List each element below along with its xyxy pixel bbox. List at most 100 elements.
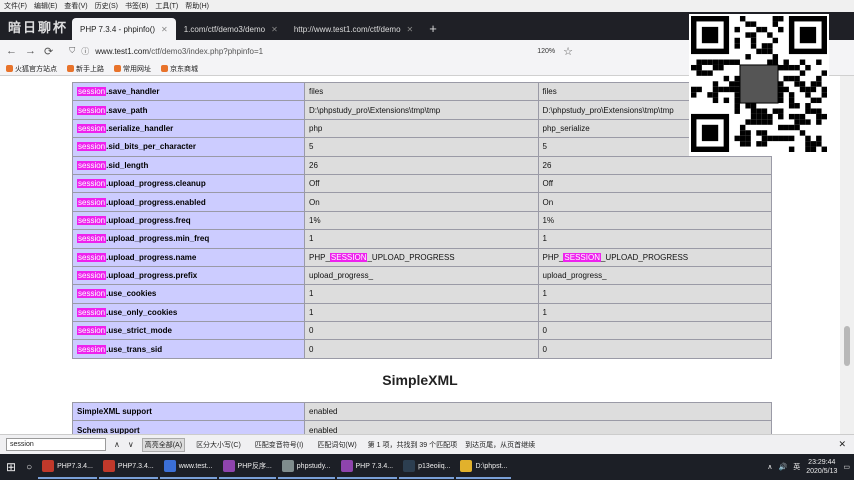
search-highlight: session xyxy=(77,252,107,262)
whole-words-toggle[interactable]: 匹配词句(W) xyxy=(314,438,359,452)
simplexml-table: SimpleXML support enabled Schema support en… xyxy=(72,401,772,434)
start-icon[interactable]: ⊞ xyxy=(2,455,20,479)
find-next-icon[interactable]: ∨ xyxy=(128,440,134,449)
match-diacritics-toggle[interactable]: 匹配变音符号(I) xyxy=(252,438,307,452)
find-wrap-notice: 到达页尾，从页首继续 xyxy=(465,441,536,449)
clock-date: 2020/5/13 xyxy=(806,468,838,475)
master-value: upload_progress_ xyxy=(537,265,772,286)
notification-icon[interactable]: ▭ xyxy=(843,463,850,471)
clock[interactable]: 23:29:44 2020/5/13 xyxy=(806,458,837,476)
tab-label: 1.com/ctf/demo3/demo xyxy=(183,24,266,34)
volume-icon[interactable]: 🔊 xyxy=(779,463,788,471)
taskbar-app-label: PHP7.3.4... xyxy=(117,462,154,470)
close-icon[interactable]: ✕ xyxy=(838,439,846,450)
zoom-level[interactable]: 120% xyxy=(537,48,555,55)
taskbar-app[interactable]: D:\phpst... xyxy=(456,455,512,479)
directive-name: session.upload_progress.name xyxy=(72,247,305,267)
browser-tab[interactable]: http://www.test1.com/ctf/demo ✕ xyxy=(286,18,421,40)
directive-name: session.upload_progress.min_freq xyxy=(72,229,305,249)
search-highlight: session xyxy=(77,142,107,152)
bookmark-star-icon[interactable]: ☆ xyxy=(563,45,573,58)
highlight-all-toggle[interactable]: 高亮全部(A) xyxy=(141,437,186,452)
master-value: On xyxy=(537,192,772,212)
search-highlight: session xyxy=(77,326,107,336)
menu-item[interactable]: 文件(F) xyxy=(4,1,27,11)
search-highlight: session xyxy=(77,105,107,115)
menu-item[interactable]: 历史(S) xyxy=(95,1,118,11)
local-value: On xyxy=(304,192,539,212)
scrollbar-thumb[interactable] xyxy=(844,326,850,366)
value-text: _UPLOAD_PROGRESS xyxy=(600,252,689,262)
table-row: session.sid_length 26 26 xyxy=(72,155,772,175)
directive-suffix: .upload_progress.min_freq xyxy=(106,234,210,244)
master-value: PHP_SESSION_UPLOAD_PROGRESS xyxy=(537,247,772,267)
taskbar-app[interactable]: p13eoiiq... xyxy=(399,455,455,479)
close-icon[interactable]: ✕ xyxy=(271,25,278,34)
local-value: files xyxy=(304,81,539,102)
browser-tab[interactable]: 1.com/ctf/demo3/demo ✕ xyxy=(176,18,286,40)
forward-icon[interactable]: → xyxy=(25,45,36,57)
chevron-up-icon[interactable]: ∧ xyxy=(767,463,772,471)
address-bar[interactable]: ⛉ ⓘ www.test1.com/ctf/demo3/index.php?ph… xyxy=(69,46,489,57)
taskbar-app[interactable]: PHP 7.3.4... xyxy=(336,455,398,479)
taskbar-app[interactable]: www.test... xyxy=(159,455,217,479)
search-highlight: session xyxy=(77,215,107,225)
menu-item[interactable]: 工具(T) xyxy=(155,1,178,11)
close-icon[interactable]: ✕ xyxy=(407,25,414,34)
table-row: session.upload_progress.name PHP_SESSION_… xyxy=(72,247,772,267)
search-highlight: session xyxy=(77,160,107,170)
directive-name: session.upload_progress.prefix xyxy=(72,265,305,286)
local-value: Off xyxy=(304,173,539,194)
local-value: 1 xyxy=(304,302,539,323)
directive-name: session.upload_progress.freq xyxy=(72,210,305,231)
bookmark-item[interactable]: 京东商城 xyxy=(161,64,198,74)
directive-suffix: .use_strict_mode xyxy=(106,326,172,336)
qr-code-image xyxy=(689,14,829,156)
taskbar-app[interactable]: PHP7.3.4... xyxy=(98,455,158,479)
directive-name: session.upload_progress.cleanup xyxy=(72,173,305,194)
page-scrollbar[interactable] xyxy=(840,76,854,434)
menu-item[interactable]: 查看(V) xyxy=(64,1,87,11)
menu-item[interactable]: 帮助(H) xyxy=(185,1,209,11)
feature-value: enabled xyxy=(304,401,772,422)
find-input[interactable]: session xyxy=(6,438,106,451)
table-row: session.upload_progress.cleanup Off Off xyxy=(72,173,772,194)
taskbar-app-label: phpstudy... xyxy=(296,462,331,470)
bookmark-item[interactable]: 新手上路 xyxy=(67,64,104,74)
reload-icon[interactable]: ⟳ xyxy=(44,45,53,58)
close-icon[interactable]: ✕ xyxy=(161,25,168,34)
taskbar-app[interactable]: phpstudy... xyxy=(277,455,335,479)
back-icon[interactable]: ← xyxy=(6,45,17,57)
directive-suffix: .upload_progress.name xyxy=(106,252,197,262)
search-icon[interactable]: ○ xyxy=(22,455,36,479)
system-tray: ∧ 🔊 英 23:29:44 2020/5/13 ▭ xyxy=(767,454,850,480)
app-icon xyxy=(340,460,353,472)
menu-item[interactable]: 书签(B) xyxy=(125,1,148,11)
new-tab-icon[interactable]: + xyxy=(421,21,445,40)
match-case-toggle[interactable]: 区分大小写(C) xyxy=(193,438,244,452)
menu-item[interactable]: 编辑(E) xyxy=(34,1,57,11)
taskbar-app[interactable]: PHP7.3.4... xyxy=(38,455,97,479)
directive-name: session.serialize_handler xyxy=(72,118,305,139)
directive-name: session.use_only_cookies xyxy=(72,302,305,323)
bookmark-icon xyxy=(161,64,168,72)
directive-suffix: .save_handler xyxy=(106,87,160,97)
bookmark-item[interactable]: 火狐官方站点 xyxy=(6,64,57,74)
master-value: 1 xyxy=(537,284,772,304)
local-value: 1% xyxy=(304,210,539,231)
directive-suffix: .serialize_handler xyxy=(106,123,174,133)
directive-suffix: .upload_progress.cleanup xyxy=(106,179,206,189)
app-icon xyxy=(281,460,294,472)
simplexml-heading: SimpleXML xyxy=(382,372,458,388)
taskbar-app[interactable]: PHP反序... xyxy=(218,455,276,479)
browser-tab[interactable]: PHP 7.3.4 - phpinfo() ✕ xyxy=(72,18,176,40)
table-row: session.upload_progress.enabled On On xyxy=(72,192,772,212)
taskbar-app-label: www.test... xyxy=(178,462,213,470)
find-previous-icon[interactable]: ∧ xyxy=(114,440,120,449)
directive-suffix: .sid_length xyxy=(106,160,149,170)
master-value: 1% xyxy=(537,210,772,231)
ime-indicator[interactable]: 英 xyxy=(793,462,800,472)
local-value: 1 xyxy=(304,284,539,304)
bookmark-item[interactable]: 常用网址 xyxy=(114,64,151,74)
directive-suffix: .upload_progress.enabled xyxy=(106,197,206,207)
